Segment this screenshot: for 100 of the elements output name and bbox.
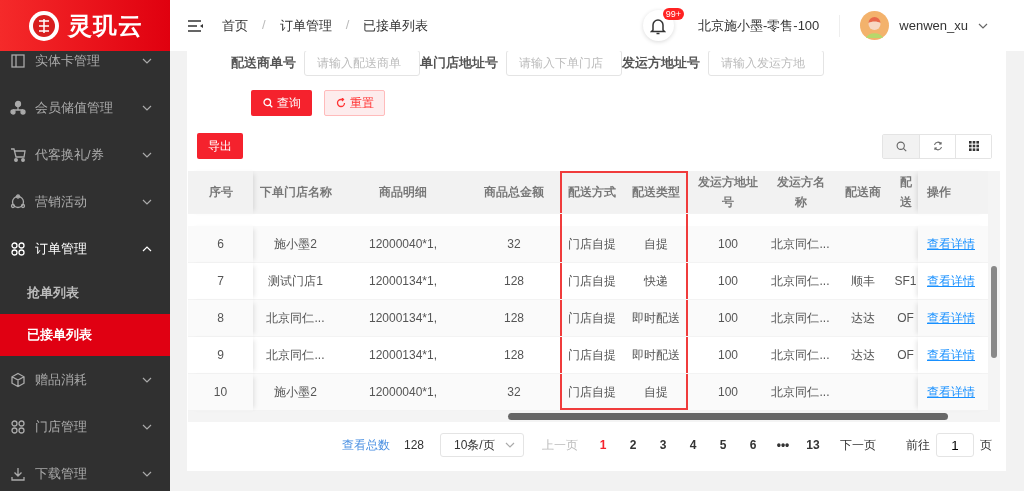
breadcrumb-item: 已接单列表 xyxy=(363,16,429,35)
reset-button[interactable]: 重置 xyxy=(324,90,385,116)
table-cell: 测试门店1 xyxy=(268,272,323,290)
bell-icon xyxy=(650,16,667,35)
store-name: 北京施小墨-零售-100 xyxy=(698,16,820,35)
table-cell: 门店自提 xyxy=(568,235,616,253)
export-button[interactable]: 导出 xyxy=(197,133,243,159)
filter-field[interactable]: 请输入配送商单 xyxy=(304,51,420,76)
sidebar-item[interactable]: 门店管理 xyxy=(0,403,170,450)
table-cell: OF xyxy=(897,311,914,325)
notification-badge: 99+ xyxy=(662,8,684,20)
sidebar-item[interactable]: 下载管理 xyxy=(0,450,170,491)
table-cell: 9 xyxy=(217,348,224,362)
details-link[interactable]: 查看详情 xyxy=(927,235,975,253)
column-header: 配送类型 xyxy=(624,171,688,214)
table-cell: 北京同仁... xyxy=(266,346,325,364)
horizontal-scrollbar[interactable] xyxy=(188,411,1000,422)
chevron-down-icon xyxy=(142,198,152,205)
columns-button[interactable] xyxy=(955,134,991,158)
column-header: 配送方式 xyxy=(560,171,624,214)
column-header: 配送商 xyxy=(833,171,893,214)
next-page-button[interactable]: 下一页 xyxy=(840,436,876,454)
cart-icon xyxy=(10,146,26,163)
page-button[interactable]: 5 xyxy=(708,438,738,452)
table-cell: 即时配送 xyxy=(632,346,680,364)
filter-field[interactable]: 请输入发运方地 xyxy=(708,51,824,76)
page-size-select[interactable]: 10条/页 xyxy=(440,433,524,457)
breadcrumb-item[interactable]: 首页 xyxy=(222,16,248,35)
page-button[interactable]: 2 xyxy=(618,438,648,452)
page-button[interactable]: 13 xyxy=(798,438,828,452)
chevron-up-icon xyxy=(142,245,152,252)
chevron-down-icon xyxy=(505,442,515,448)
table-cell: 顺丰 xyxy=(851,272,875,290)
sidebar-subitem[interactable]: 已接单列表 xyxy=(0,314,170,356)
chevron-down-icon xyxy=(142,151,152,158)
page-button[interactable]: 1 xyxy=(588,438,618,452)
column-header: 操作 xyxy=(918,171,988,214)
breadcrumb-separator: / xyxy=(262,16,266,34)
breadcrumb-item[interactable]: 订单管理 xyxy=(279,16,332,35)
grid-icon xyxy=(968,141,979,151)
column-header: 发运方名称 xyxy=(768,171,833,214)
table-cell: 12000134*1, xyxy=(368,311,438,325)
page-button[interactable]: 3 xyxy=(648,438,678,452)
chevron-down-icon xyxy=(142,423,152,430)
avatar-icon[interactable] xyxy=(860,11,890,40)
filter-field[interactable]: 请输入下单门店 xyxy=(506,51,622,76)
sidebar-item[interactable]: 实体卡管理 xyxy=(0,51,170,84)
table-cell: 北京同仁... xyxy=(266,309,325,327)
search-icon xyxy=(262,98,273,108)
user-name[interactable]: wenwen_xu xyxy=(899,18,968,33)
table-cell: 门店自提 xyxy=(568,346,616,364)
table-cell: OF xyxy=(897,348,914,362)
page-button[interactable]: 6 xyxy=(738,438,768,452)
table-cell: 门店自提 xyxy=(568,272,616,290)
sidebar-subitem[interactable]: 抢单列表 xyxy=(0,272,170,314)
ring-icon xyxy=(10,193,26,210)
page-field[interactable]: 1 xyxy=(936,433,974,457)
grid-icon xyxy=(10,418,26,435)
table-cell: 6 xyxy=(217,237,224,251)
sidebar-item[interactable]: 代客换礼/券 xyxy=(0,131,170,178)
table-cell: 10 xyxy=(213,385,228,399)
download-icon xyxy=(10,465,26,482)
table-cell: 施小墨2 xyxy=(274,383,317,401)
page-button[interactable]: 4 xyxy=(678,438,708,452)
table-cell: 门店自提 xyxy=(568,383,616,401)
details-link[interactable]: 查看详情 xyxy=(927,346,975,364)
sidebar-item[interactable]: 营销活动 xyxy=(0,178,170,225)
chevron-down-icon xyxy=(142,376,152,383)
details-link[interactable]: 查看详情 xyxy=(927,272,975,290)
table-cell: 32 xyxy=(507,237,521,251)
page-button[interactable]: ••• xyxy=(768,438,798,452)
table-cell: 100 xyxy=(718,348,738,362)
chevron-down-icon[interactable] xyxy=(978,22,988,29)
table-cell: 即时配送 xyxy=(632,309,680,327)
column-header: 发运方地址号 xyxy=(688,171,768,214)
column-header: 商品明细 xyxy=(338,171,468,214)
sidebar-item[interactable]: 会员储值管理 xyxy=(0,84,170,131)
menu-icon[interactable] xyxy=(188,19,204,32)
table-cell: 达达 xyxy=(851,346,875,364)
seal-logo-icon xyxy=(27,9,60,42)
sidebar-item[interactable]: 赠品消耗 xyxy=(0,356,170,403)
sidebar-item[interactable]: 订单管理 xyxy=(0,225,170,272)
chevron-down-icon xyxy=(142,57,152,64)
table-cell: 自提 xyxy=(644,235,668,253)
table-cell: 8 xyxy=(217,311,224,325)
filter-label: 配送商单号 xyxy=(231,54,296,72)
refresh-icon xyxy=(932,141,943,151)
table-cell: 7 xyxy=(217,274,224,288)
people-icon xyxy=(10,99,26,116)
table-cell: 12000040*1, xyxy=(368,385,438,399)
search-button[interactable] xyxy=(883,134,919,158)
vertical-scrollbar[interactable] xyxy=(988,171,1000,411)
details-link[interactable]: 查看详情 xyxy=(927,383,975,401)
total-link[interactable]: 查看总数 xyxy=(341,436,390,454)
search-button[interactable]: 查询 xyxy=(251,90,312,116)
chevron-down-icon xyxy=(142,470,152,477)
column-header: 商品总金额 xyxy=(468,171,560,214)
page-unit: 页 xyxy=(980,436,992,454)
book-icon xyxy=(10,52,26,69)
details-link[interactable]: 查看详情 xyxy=(927,309,975,327)
